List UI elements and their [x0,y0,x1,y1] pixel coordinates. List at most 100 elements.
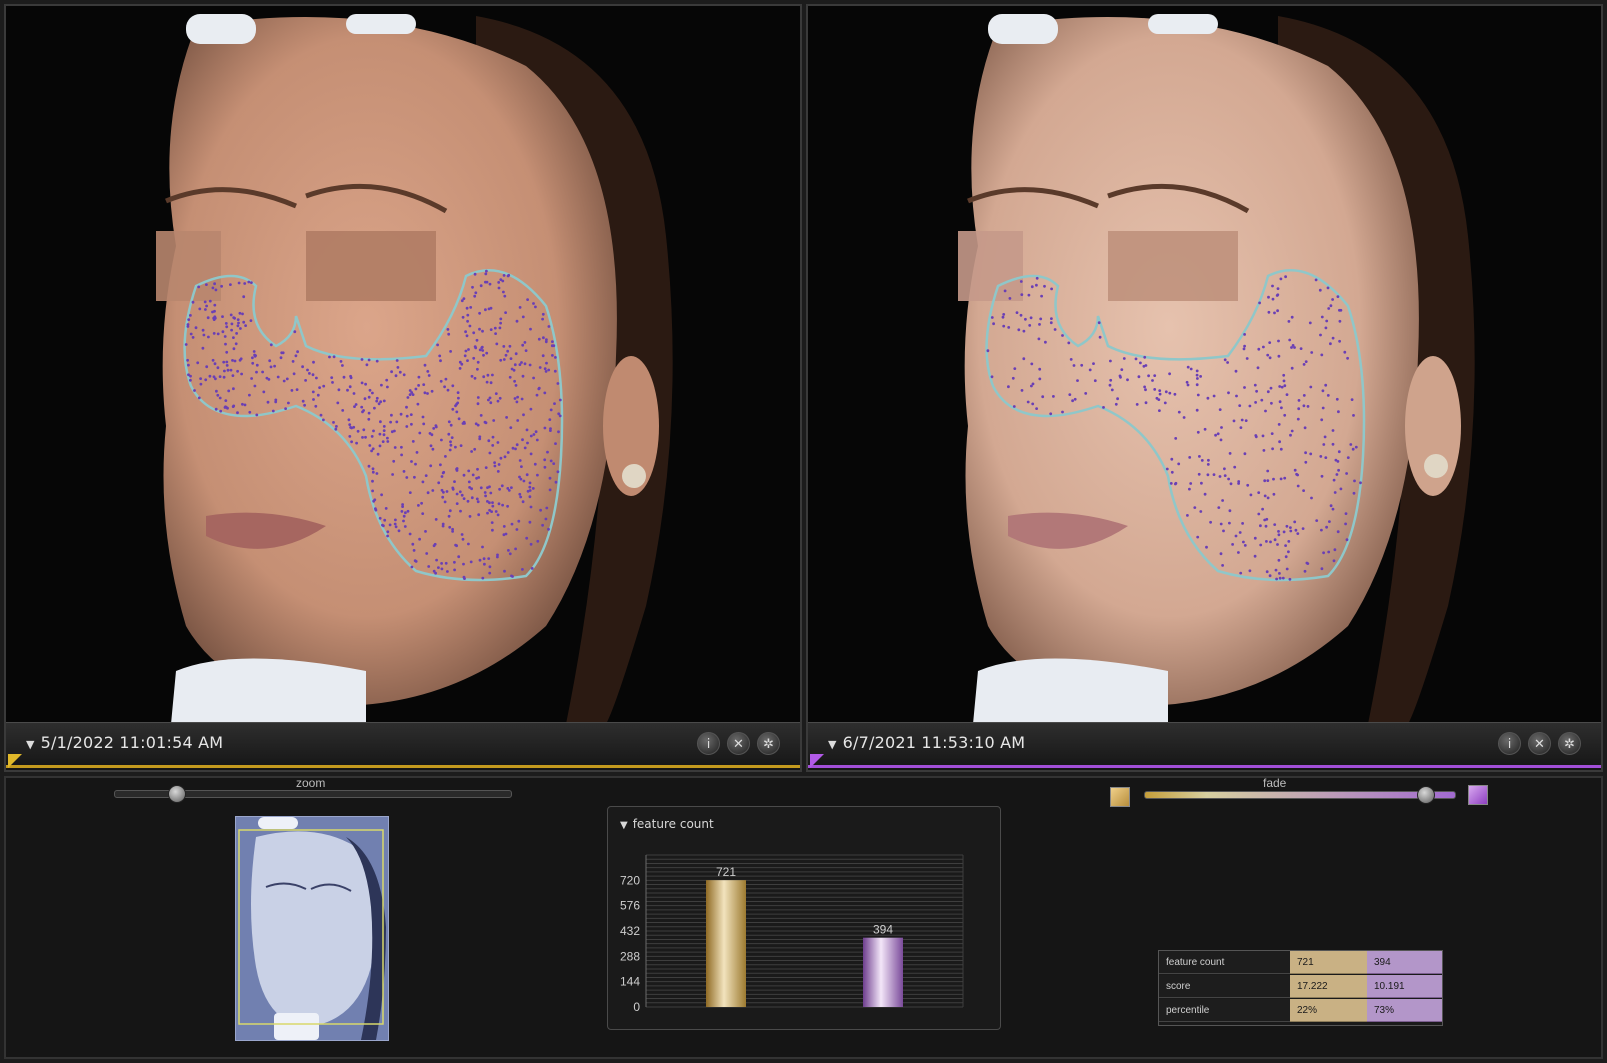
feature-dot [531,487,535,490]
feature-dot [469,306,473,309]
feature-dot [426,491,430,495]
feature-dot [1296,532,1300,535]
feature-dot [1284,555,1288,559]
feature-dot [1337,450,1341,454]
close-icon[interactable]: ✕ [1528,732,1551,755]
feature-dot [1169,482,1173,485]
settings-icon[interactable]: ✲ [1558,732,1581,755]
feature-dot [1278,385,1282,388]
feature-dot [1243,386,1246,389]
feature-dot [360,381,364,385]
feature-dot [541,354,545,358]
feature-dot [197,285,201,289]
left-caption-bar: ▼ 5/1/2022 11:01:54 AM ⅰ ✕ ✲ [6,722,800,770]
feature-dot [311,390,315,394]
feature-dot [337,388,341,392]
feature-dot [1097,321,1101,325]
feature-dot [215,389,218,393]
feature-dot [386,385,389,389]
feature-dot [1278,440,1281,444]
feature-dot [1290,346,1293,349]
feature-dot [418,431,422,435]
right-face-photo[interactable] [808,6,1601,724]
feature-dot [514,547,517,551]
zoom-slider-knob[interactable] [168,785,187,803]
feature-dot [482,557,486,561]
left-image-panel[interactable]: ▼ 5/1/2022 11:01:54 AM ⅰ ✕ ✲ [4,4,802,772]
feature-dot [539,508,542,512]
feature-dot [1326,286,1330,290]
fade-slider-knob[interactable] [1417,786,1436,804]
settings-icon[interactable]: ✲ [757,732,780,755]
left-face-photo[interactable] [6,6,800,724]
navigator-thumbnail[interactable] [235,816,389,1041]
feature-dot [466,313,470,317]
feature-dot [199,377,203,380]
feature-dot [1264,409,1267,413]
feature-dot [339,360,343,363]
feature-dot [1050,317,1053,320]
feature-dot [385,378,389,382]
y-tick-label: 720 [620,873,640,887]
feature-dot [441,524,445,528]
feature-dot [451,384,455,388]
feature-dot [1328,520,1331,523]
bar-data-label: 394 [873,923,893,937]
feature-dot [1206,473,1210,477]
left-corner-marker [8,754,22,768]
feature-dot [481,545,484,549]
feature-dot [1109,359,1112,363]
feature-dot [1279,477,1283,481]
thumbnail-face-image [236,817,388,1040]
feature-dot [1242,347,1246,351]
feature-dot [548,476,552,480]
info-icon[interactable]: ⅰ [697,732,720,755]
info-icon[interactable]: ⅰ [1498,732,1521,755]
feature-dot [514,447,517,451]
feature-dot [1296,473,1299,477]
feature-dot [451,527,454,531]
feature-dot [225,360,229,364]
feature-dot [225,406,228,409]
feature-dot [213,282,217,286]
feature-dot [206,316,210,320]
feature-dot [518,475,521,479]
feature-dot [1269,386,1273,390]
feature-dot [319,413,323,417]
right-date-dropdown[interactable]: ▼ 6/7/2021 11:53:10 AM [828,733,1025,752]
right-image-panel[interactable]: ▼ 6/7/2021 11:53:10 AM ⅰ ✕ ✲ [806,4,1603,772]
feature-dot [186,325,190,328]
feature-dot [1309,385,1313,389]
feature-dot [1116,397,1119,401]
feature-dot [554,356,557,359]
feature-dot [1333,548,1337,552]
feature-dot [459,444,463,447]
feature-dot [440,562,443,565]
left-date-dropdown[interactable]: ▼ 5/1/2022 11:01:54 AM [26,733,223,752]
feature-dot [1220,426,1223,429]
feature-dot [1199,375,1202,378]
feature-dot [428,432,432,435]
fade-left-swatch[interactable] [1110,787,1130,807]
fade-right-swatch[interactable] [1468,785,1488,805]
feature-dot [1110,388,1114,392]
feature-dot [384,507,388,510]
feature-dot [441,495,445,499]
feature-dot [1193,506,1197,509]
feature-dot [292,372,296,376]
feature-dot [348,385,352,389]
feature-dot [1015,311,1019,314]
feature-dot [1053,328,1057,331]
feature-dot [455,502,459,505]
feature-dot [502,345,506,348]
feature-dot [486,511,489,515]
fade-slider[interactable] [1144,786,1456,804]
feature-dot [528,363,532,367]
feature-dot [1039,317,1043,321]
zoom-slider[interactable] [114,785,512,803]
feature-dot [267,378,271,381]
feature-dot [528,520,532,524]
feature-dot [294,354,298,358]
feature-dot [1144,401,1148,405]
close-icon[interactable]: ✕ [727,732,750,755]
